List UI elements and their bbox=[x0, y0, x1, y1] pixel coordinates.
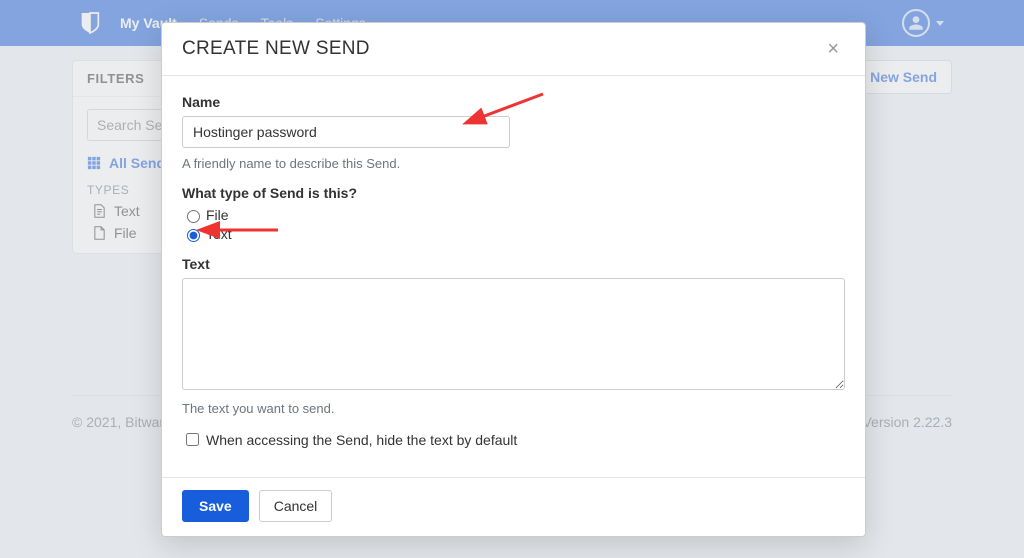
name-help-text: A friendly name to describe this Send. bbox=[182, 156, 845, 171]
radio-text-label: Text bbox=[206, 226, 232, 242]
cancel-button[interactable]: Cancel bbox=[259, 490, 333, 522]
close-icon[interactable]: × bbox=[821, 37, 845, 61]
hide-text-label: When accessing the Send, hide the text b… bbox=[206, 432, 517, 448]
hide-text-row[interactable]: When accessing the Send, hide the text b… bbox=[182, 430, 845, 449]
hide-text-checkbox[interactable] bbox=[186, 433, 199, 446]
name-label: Name bbox=[182, 94, 845, 110]
name-input[interactable] bbox=[182, 116, 510, 148]
text-help-text: The text you want to send. bbox=[182, 401, 845, 416]
save-button[interactable]: Save bbox=[182, 490, 249, 522]
radio-text-row[interactable]: Text bbox=[182, 226, 845, 242]
create-send-modal: CREATE NEW SEND × Name A friendly name t… bbox=[161, 22, 866, 537]
type-label: What type of Send is this? bbox=[182, 185, 845, 201]
radio-text[interactable] bbox=[187, 229, 200, 242]
modal-title: CREATE NEW SEND bbox=[182, 38, 370, 60]
text-textarea[interactable] bbox=[182, 278, 845, 390]
radio-file-row[interactable]: File bbox=[182, 207, 845, 223]
radio-file[interactable] bbox=[187, 210, 200, 223]
radio-file-label: File bbox=[206, 207, 229, 223]
text-label: Text bbox=[182, 256, 845, 272]
